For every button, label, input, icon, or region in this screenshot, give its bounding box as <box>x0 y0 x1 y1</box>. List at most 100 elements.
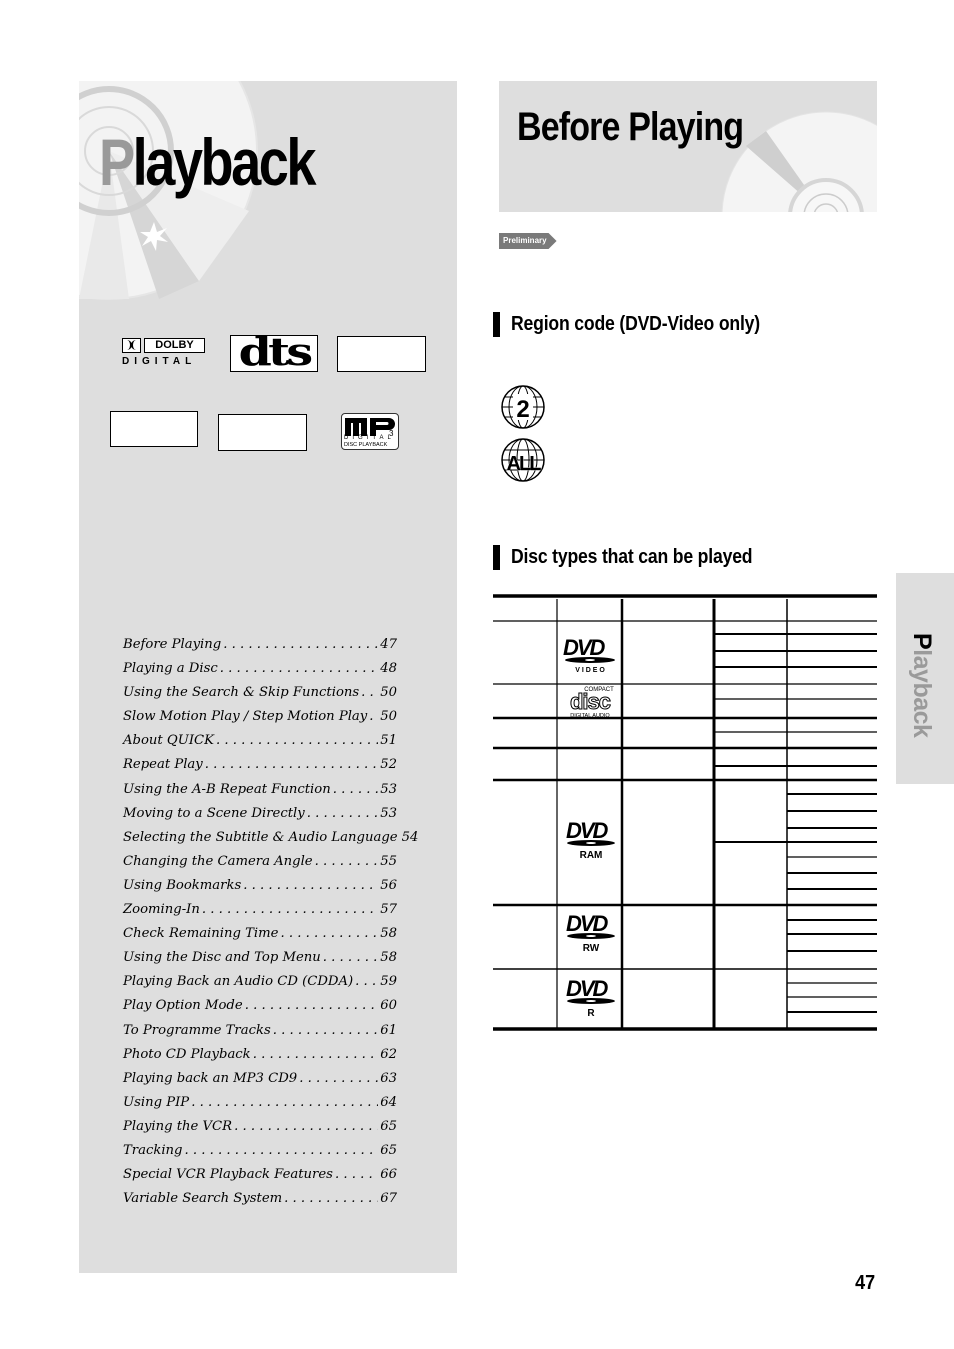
toc-leader-dots <box>299 1071 378 1086</box>
toc-item[interactable]: Using Bookmarks 56 <box>123 878 397 902</box>
heading-bar-icon <box>493 545 500 570</box>
toc-item-title: Slow Motion Play / Step Motion Play <box>123 709 368 725</box>
toc-leader-dots <box>202 902 378 917</box>
toc-item-page: 53 <box>380 805 397 821</box>
toc-item-page: 65 <box>380 1142 397 1158</box>
toc-leader-dots <box>243 878 378 893</box>
toc-item-title: About QUICK <box>123 733 214 749</box>
dvd-mark-icon: DVD <box>566 911 609 936</box>
toc-item[interactable]: Selecting the Subtitle & Audio Language 5… <box>123 830 418 854</box>
region-2-globe-icon: 2 <box>501 385 545 429</box>
toc-item-title: Playing back an MP3 CD9 <box>123 1070 298 1086</box>
toc-item-page: 64 <box>380 1094 397 1110</box>
toc-leader-dots <box>205 757 378 772</box>
dvd-r-logo: DVD R <box>566 976 615 1019</box>
region-all-globe-icon: ALL <box>501 438 545 482</box>
page-number: 47 <box>855 1272 876 1294</box>
toc-leader-dots <box>245 998 379 1013</box>
toc-item-title: Using PIP <box>123 1094 190 1110</box>
toc-item-title: Tracking <box>123 1142 183 1158</box>
toc-item-title: Playing Back an Audio CD (CDDA) <box>123 974 354 990</box>
toc-item[interactable]: Playing back an MP3 CD9 63 <box>123 1071 397 1095</box>
side-tab-playback[interactable]: Playback <box>896 573 954 784</box>
toc-item-page: 67 <box>380 1191 397 1207</box>
toc-item-page: 60 <box>380 998 397 1014</box>
region-all-label: ALL <box>507 453 542 475</box>
toc-item-title: Special VCR Playback Features <box>123 1167 333 1183</box>
toc-item-title: Using the Search & Skip Functions <box>123 685 360 701</box>
chapter-title: Playback <box>99 129 316 195</box>
mp3-logo: 3 DIGITAL DISC PLAYBACK <box>341 413 400 450</box>
toc-leader-dots <box>333 782 379 797</box>
table-of-contents: Before Playing 47 Playing a Disc 48 Using th… <box>123 637 418 1215</box>
toc-item-page: 55 <box>380 853 397 869</box>
toc-item[interactable]: Check Remaining Time 58 <box>123 926 397 950</box>
toc-item-page: 62 <box>380 1046 397 1062</box>
toc-item-page: 66 <box>380 1167 397 1183</box>
dolby-double-d-icon <box>122 338 141 353</box>
toc-item[interactable]: Playing the VCR 65 <box>123 1119 397 1143</box>
toc-item[interactable]: Slow Motion Play / Step Motion Play 50 <box>123 709 397 733</box>
dolby-digital-logo: DOLBY DIGITAL <box>122 338 210 372</box>
toc-leader-dots <box>307 806 379 821</box>
logo-placeholder-box <box>110 411 198 447</box>
cd-disc-mark-icon: disc <box>570 689 611 714</box>
toc-item[interactable]: Using PIP 64 <box>123 1095 397 1119</box>
toc-item-page: 51 <box>380 733 397 749</box>
toc-item[interactable]: Variable Search System 67 <box>123 1191 397 1215</box>
disc-graphic-icon <box>721 111 877 212</box>
toc-leader-dots <box>335 1167 378 1182</box>
toc-item[interactable]: Using the Search & Skip Functions 50 <box>123 685 397 709</box>
toc-item[interactable]: Zooming-In 57 <box>123 902 397 926</box>
toc-item[interactable]: Photo CD Playback 62 <box>123 1047 397 1071</box>
toc-leader-dots <box>185 1143 379 1158</box>
toc-item[interactable]: Playing a Disc 48 <box>123 661 397 685</box>
dvd-rw-sub: RW <box>583 943 600 954</box>
toc-item[interactable]: Tracking 65 <box>123 1143 397 1167</box>
toc-item-title: To Programme Tracks <box>123 1022 271 1038</box>
toc-item[interactable]: Play Option Mode 60 <box>123 998 397 1022</box>
compact-disc-logo: COMPACT disc DIGITAL AUDIO <box>569 687 614 719</box>
heading-bar-icon <box>493 312 500 337</box>
toc-item[interactable]: About QUICK 51 <box>123 733 397 757</box>
mp3-digital-text: DIGITAL <box>344 435 395 441</box>
toc-leader-dots <box>273 1023 378 1038</box>
chapter-panel: Playback DOLBY DIGITAL dts 3 DIGITAL DIS… <box>79 81 457 1273</box>
toc-item-title: Zooming-In <box>123 902 200 918</box>
section-title: Before Playing <box>517 105 744 149</box>
mp3-disc-playback-text: DISC PLAYBACK <box>344 442 388 448</box>
toc-leader-dots <box>234 1119 378 1134</box>
toc-leader-dots <box>369 709 378 724</box>
dts-logo: dts <box>230 333 318 372</box>
region-code-heading: Region code (DVD-Video only) <box>493 312 794 337</box>
section-header: Before Playing <box>499 81 877 212</box>
toc-item-page: 54 <box>401 829 419 845</box>
toc-item[interactable]: Changing the Camera Angle 55 <box>123 854 397 878</box>
toc-leader-dots <box>284 1191 378 1206</box>
toc-item-page: 48 <box>380 661 397 677</box>
toc-item[interactable]: Special VCR Playback Features 66 <box>123 1167 397 1191</box>
toc-item[interactable]: Repeat Play 52 <box>123 757 397 781</box>
toc-item[interactable]: Using the Disc and Top Menu 58 <box>123 950 397 974</box>
toc-item-title: Photo CD Playback <box>123 1046 251 1062</box>
toc-leader-dots <box>220 661 378 676</box>
toc-item-title: Variable Search System <box>123 1191 283 1207</box>
dolby-digital-text: DIGITAL <box>122 356 197 367</box>
toc-item[interactable]: Using the A-B Repeat Function 53 <box>123 782 397 806</box>
toc-item-title: Changing the Camera Angle <box>123 853 313 869</box>
toc-leader-dots <box>191 1095 378 1110</box>
toc-item-page: 53 <box>380 781 397 797</box>
toc-item-title: Playing a Disc <box>123 661 218 677</box>
disc-types-heading-text: Disc types that can be played <box>511 546 753 568</box>
toc-item[interactable]: Moving to a Scene Directly 53 <box>123 806 397 830</box>
toc-item-page: 47 <box>380 637 397 652</box>
toc-item[interactable]: Before Playing 47 <box>123 637 397 661</box>
table-grid <box>493 594 877 1031</box>
toc-item-title: Using the A-B Repeat Function <box>123 781 331 797</box>
dts-text: dts <box>238 329 313 374</box>
dvd-r-sub: R <box>587 1008 595 1019</box>
toc-item[interactable]: Playing Back an Audio CD (CDDA) 59 <box>123 974 397 998</box>
toc-leader-dots <box>280 926 378 941</box>
disc-types-table: DVD V I D E O COMPACT disc DIGITAL AUDIO… <box>493 594 877 1031</box>
toc-item[interactable]: To Programme Tracks 61 <box>123 1023 397 1047</box>
